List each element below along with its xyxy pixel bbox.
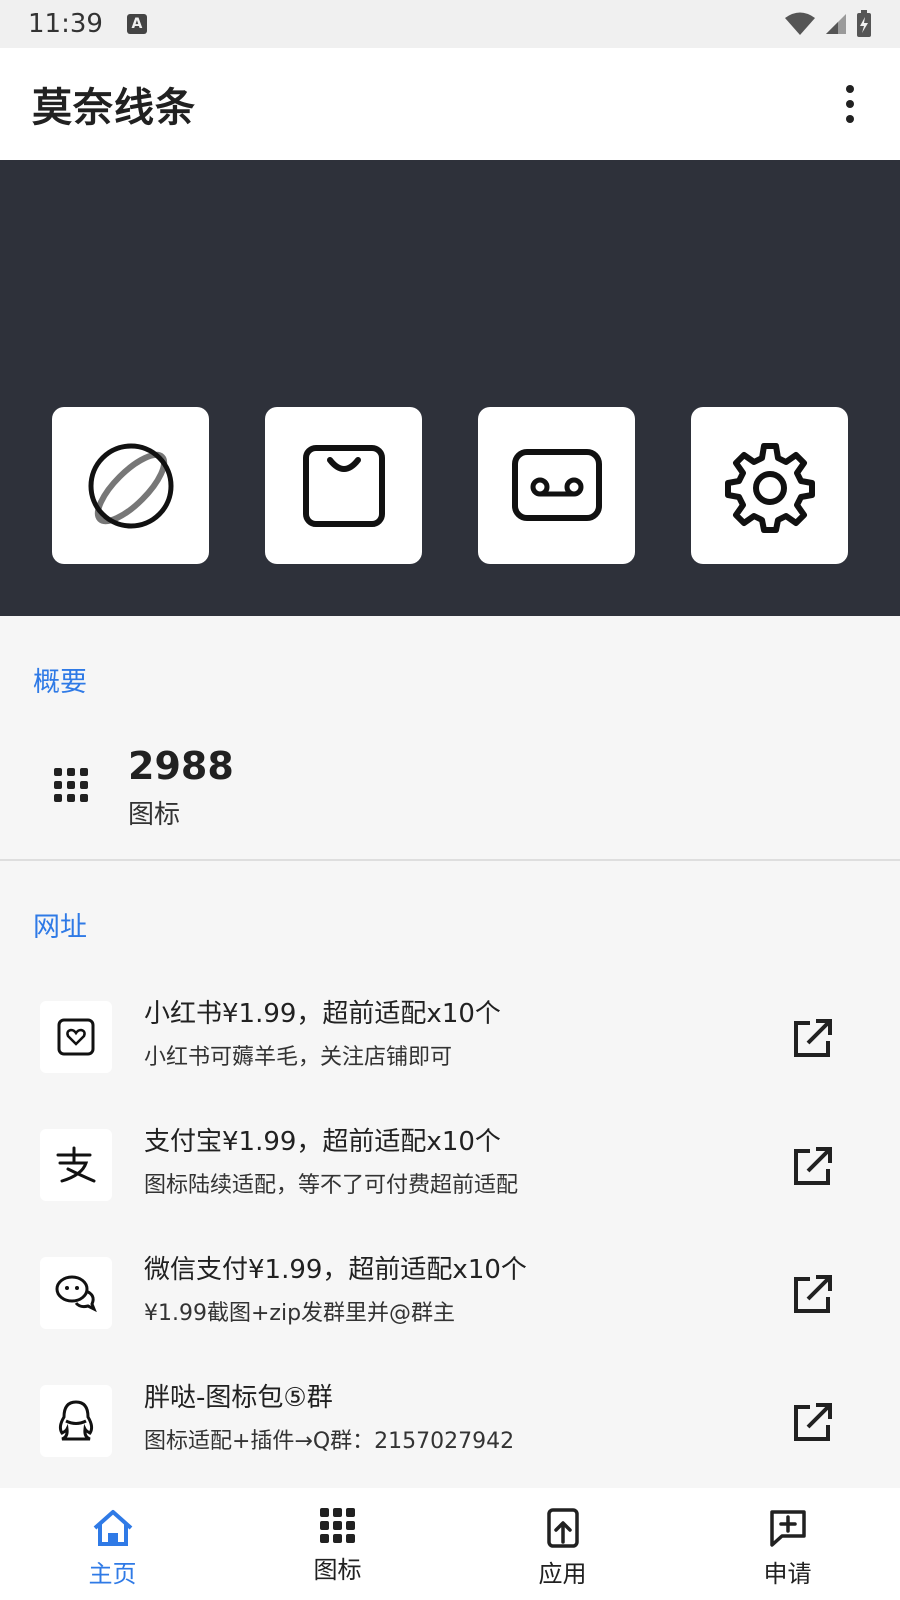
request-icon bbox=[769, 1510, 806, 1547]
link-title: 微信支付¥1.99，超前适配x10个 bbox=[144, 1255, 527, 1285]
battery-icon bbox=[857, 10, 871, 37]
link-item-xiaohongshu[interactable]: 小红书¥1.99，超前适配x10个 小红书可薅羊毛，关注店铺即可 bbox=[0, 999, 900, 1129]
icon-count: 2988 bbox=[128, 744, 234, 788]
nav-label: 申请 bbox=[763, 1560, 812, 1588]
divider bbox=[0, 859, 900, 861]
open-external-icon[interactable] bbox=[790, 1017, 834, 1061]
link-subtitle: ¥1.99截图+zip发群里并@群主 bbox=[144, 1301, 456, 1326]
voicemail-icon bbox=[511, 448, 602, 521]
wechat-icon bbox=[40, 1257, 112, 1329]
home-icon bbox=[93, 1510, 132, 1546]
link-title: 小红书¥1.99，超前适配x10个 bbox=[144, 999, 501, 1029]
summary-card[interactable]: 2988 图标 bbox=[0, 724, 900, 860]
grid-icon bbox=[54, 768, 88, 802]
more-options-icon[interactable] bbox=[832, 76, 868, 132]
nav-item-request[interactable]: 申请 bbox=[675, 1488, 900, 1600]
section-title-links: 网址 bbox=[33, 912, 87, 943]
tile-planet[interactable] bbox=[52, 407, 209, 564]
link-subtitle: 图标陆续适配，等不了可付费超前适配 bbox=[144, 1173, 519, 1198]
status-icons bbox=[784, 10, 872, 38]
nav-label: 主页 bbox=[88, 1560, 137, 1588]
bag-icon bbox=[302, 444, 385, 527]
icon-count-label: 图标 bbox=[128, 800, 181, 830]
status-time: 11:39 bbox=[28, 9, 103, 39]
header-banner bbox=[0, 160, 900, 616]
tile-bag[interactable] bbox=[265, 407, 422, 564]
tile-settings[interactable] bbox=[691, 407, 848, 564]
open-external-icon[interactable] bbox=[790, 1401, 834, 1445]
app-bar: 莫奈线条 bbox=[0, 48, 900, 160]
nav-item-icons[interactable]: 图标 bbox=[225, 1488, 450, 1600]
tile-voicemail[interactable] bbox=[478, 407, 635, 564]
planet-icon bbox=[88, 443, 173, 528]
open-external-icon[interactable] bbox=[790, 1273, 834, 1317]
link-title: 胖哒-图标包⑤群 bbox=[144, 1383, 333, 1413]
grid-icon bbox=[319, 1508, 355, 1543]
alipay-icon bbox=[40, 1129, 112, 1201]
bottom-navigation: 主页 图标 应用 申请 bbox=[0, 1488, 900, 1600]
app-upload-icon bbox=[546, 1508, 579, 1548]
open-external-icon[interactable] bbox=[790, 1145, 834, 1189]
status-bar: 11:39 A bbox=[0, 0, 900, 48]
nav-label: 图标 bbox=[313, 1556, 362, 1584]
notification-icon: A bbox=[126, 14, 147, 34]
nav-label: 应用 bbox=[538, 1560, 587, 1588]
gear-icon bbox=[724, 442, 815, 533]
signal-icon bbox=[826, 14, 846, 34]
link-item-wechat-pay[interactable]: 微信支付¥1.99，超前适配x10个 ¥1.99截图+zip发群里并@群主 bbox=[0, 1255, 900, 1385]
link-subtitle: 图标适配+插件→Q群：2157027942 bbox=[144, 1429, 515, 1454]
xiaohongshu-icon bbox=[40, 1001, 112, 1073]
nav-item-apps[interactable]: 应用 bbox=[450, 1488, 675, 1600]
nav-item-home[interactable]: 主页 bbox=[0, 1488, 225, 1600]
link-subtitle: 小红书可薅羊毛，关注店铺即可 bbox=[144, 1045, 453, 1070]
section-title-summary: 概要 bbox=[33, 667, 87, 698]
qq-icon bbox=[40, 1385, 112, 1457]
link-title: 支付宝¥1.99，超前适配x10个 bbox=[144, 1127, 501, 1157]
app-title: 莫奈线条 bbox=[32, 85, 196, 131]
link-item-alipay[interactable]: 支付宝¥1.99，超前适配x10个 图标陆续适配，等不了可付费超前适配 bbox=[0, 1127, 900, 1257]
wifi-icon bbox=[785, 12, 815, 35]
